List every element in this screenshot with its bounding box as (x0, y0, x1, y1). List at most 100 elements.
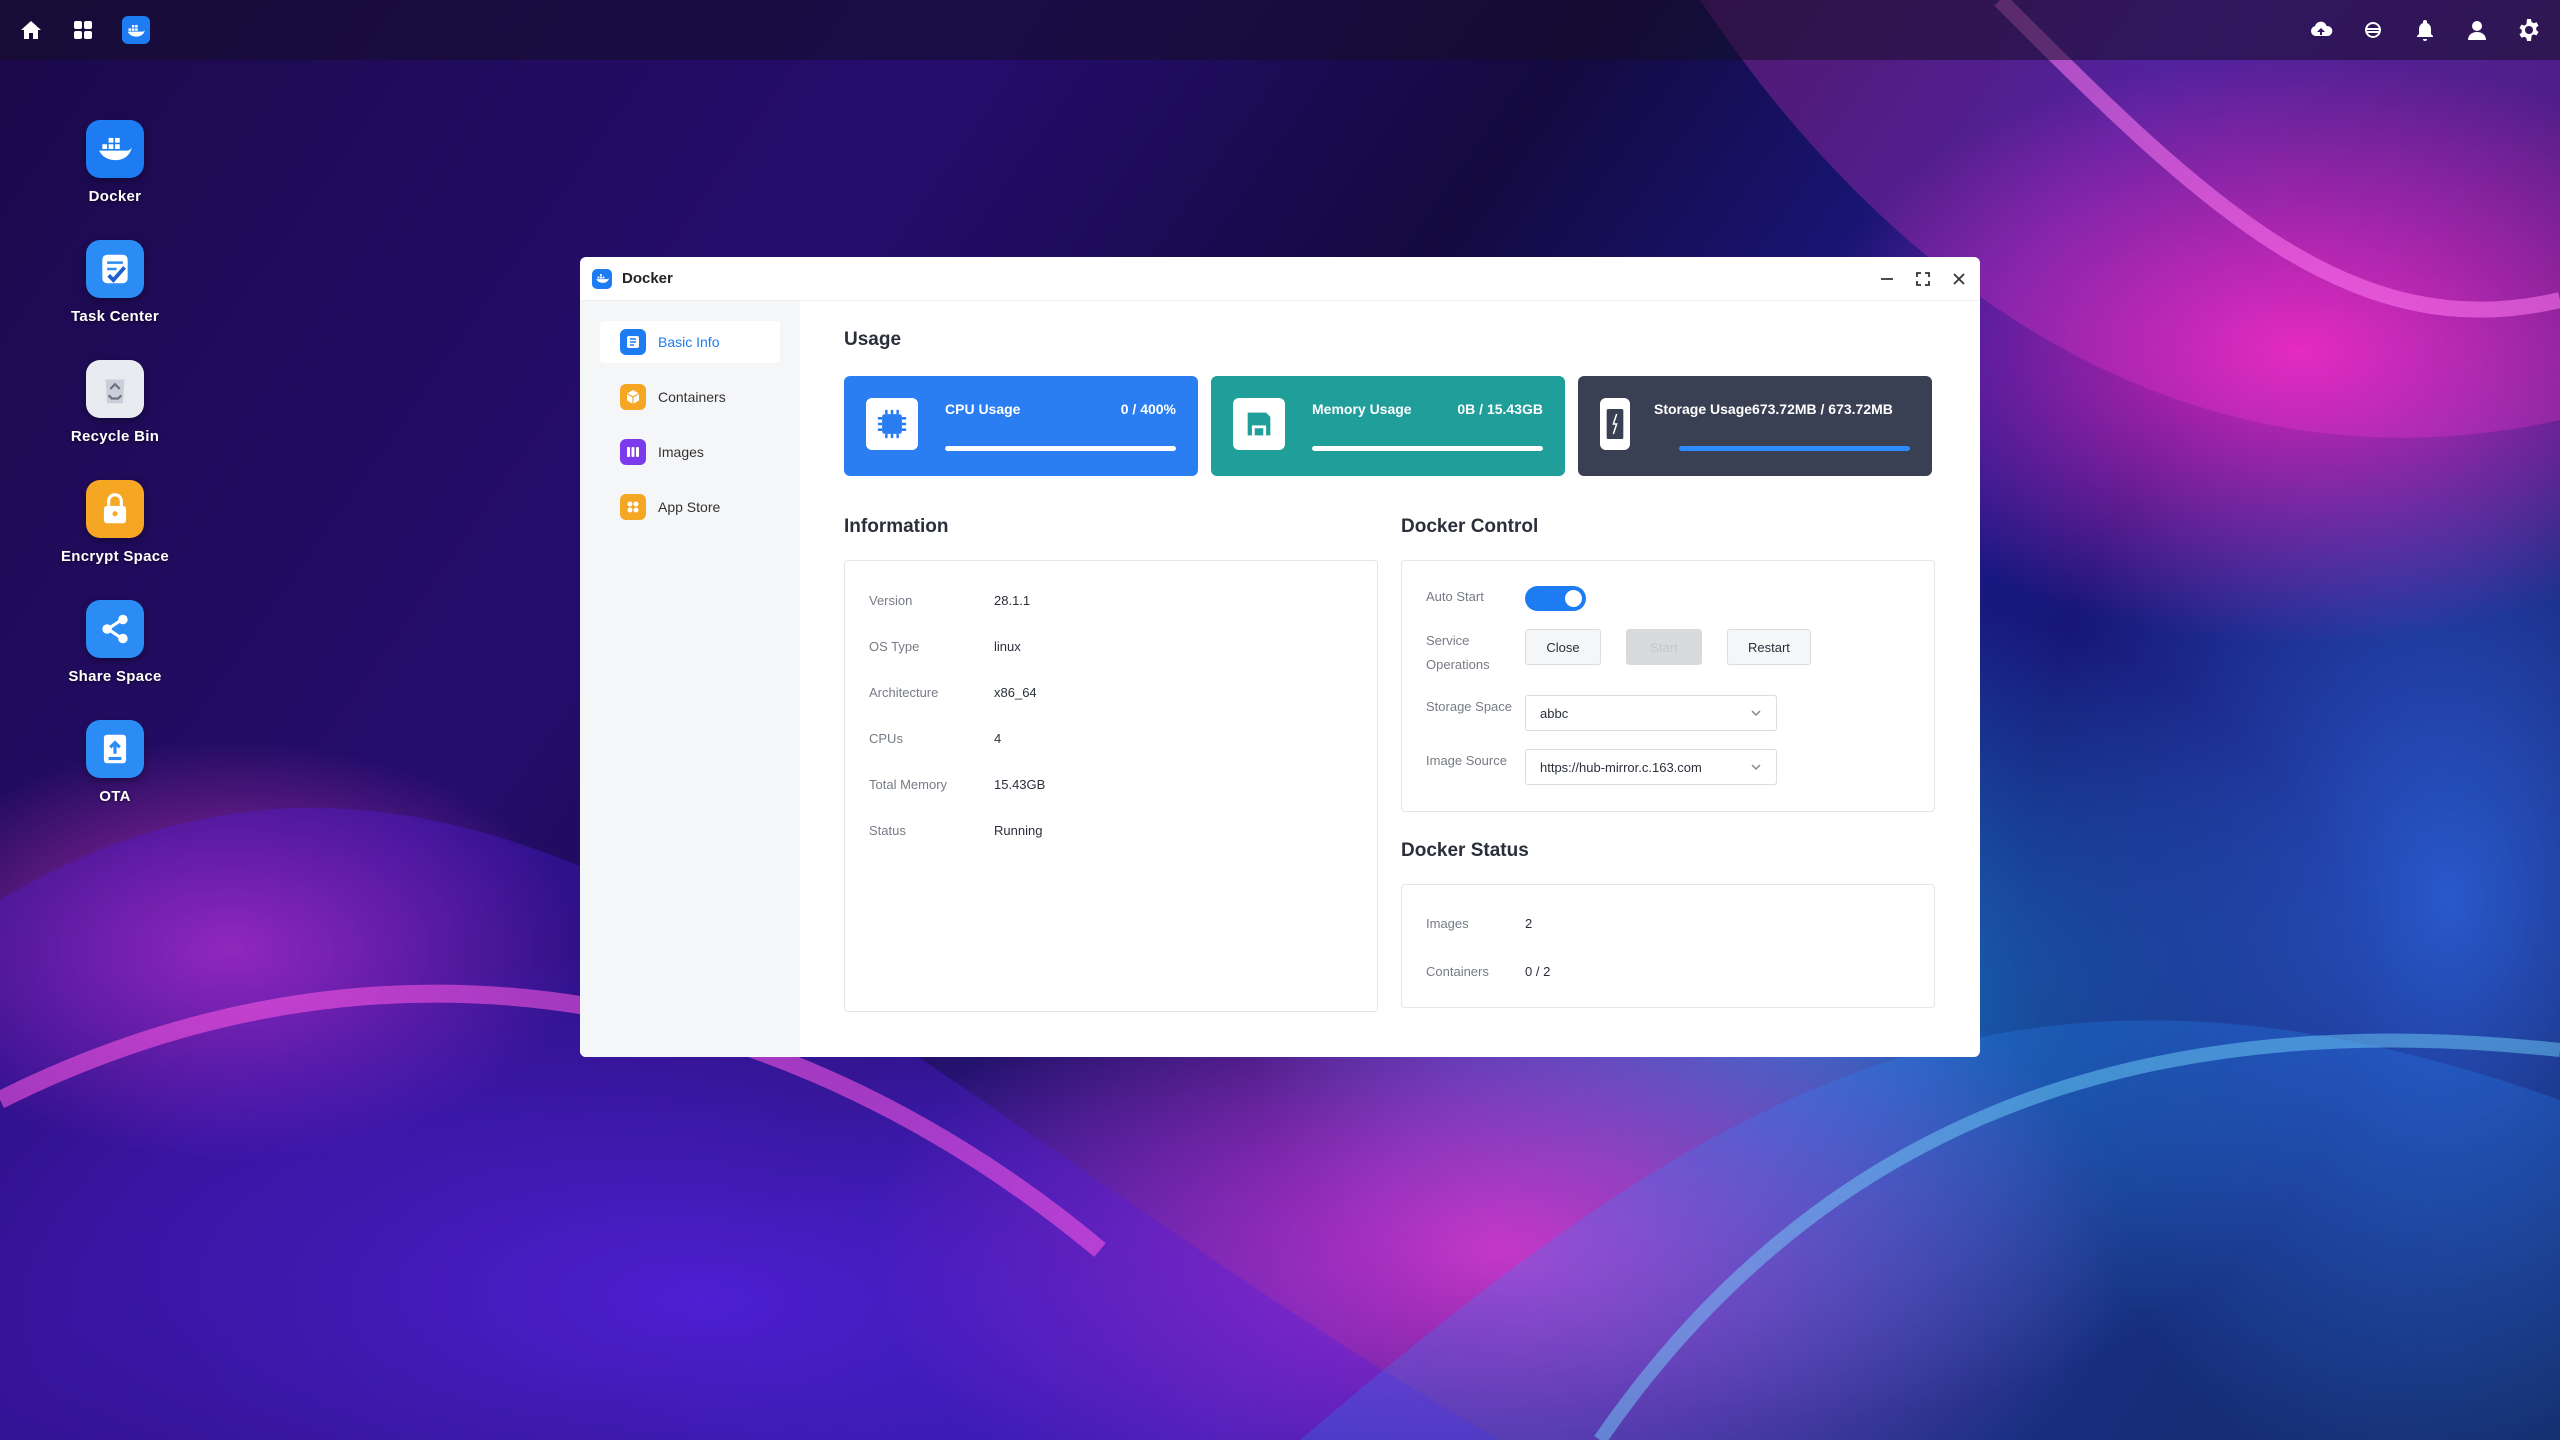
home-icon[interactable] (18, 17, 44, 43)
status-value: 2 (1525, 915, 1533, 931)
docker-status-panel: Images 2 Containers 0 / 2 (1401, 884, 1935, 1008)
chevron-down-icon (1751, 764, 1761, 771)
usage-title: Usage (844, 329, 902, 350)
info-row-cpus: CPUs 4 (869, 715, 1353, 761)
docker-status-title: Docker Status (1401, 840, 1529, 861)
docker-control-title: Docker Control (1401, 516, 1539, 537)
desktop-item-encrypt-space[interactable]: Encrypt Space (40, 480, 190, 600)
basic-info-icon (620, 329, 646, 355)
image-source-select[interactable]: https://hub-mirror.c.163.com (1525, 749, 1777, 785)
close-icon[interactable] (1950, 270, 1968, 288)
info-key: Version (869, 592, 913, 608)
link-icon[interactable] (2360, 17, 2386, 43)
maximize-icon[interactable] (1914, 270, 1932, 288)
sidebar-item-images[interactable]: Images (600, 431, 780, 473)
cpu-usage-card: CPU Usage 0 / 400% (844, 376, 1198, 476)
info-key: OS Type (869, 638, 920, 654)
docker-control-panel: Auto Start Service Operations Close Star… (1401, 560, 1935, 812)
sidebar-item-containers[interactable]: Containers (600, 376, 780, 418)
desktop-item-docker[interactable]: Docker (40, 120, 190, 240)
docker-window: Docker Basic Info Containers Images App … (580, 257, 1980, 1057)
user-icon[interactable] (2464, 17, 2490, 43)
desktop-item-recycle-bin[interactable]: Recycle Bin (40, 360, 190, 480)
memory-usage-value: 0B / 15.43GB (1457, 401, 1543, 417)
desktop-item-label: Encrypt Space (60, 548, 170, 565)
cloud-upload-icon[interactable] (2308, 17, 2334, 43)
docker-taskbar-icon[interactable] (122, 16, 150, 44)
info-value: 15.43GB (994, 776, 1046, 792)
chevron-down-icon (1751, 710, 1761, 717)
storage-space-row: Storage Space abbc (1426, 695, 1910, 731)
gear-icon[interactable] (2516, 17, 2542, 43)
docker-icon (592, 268, 612, 289)
apps-grid-icon[interactable] (70, 17, 96, 43)
desktop-item-label: OTA (99, 788, 131, 805)
sidebar: Basic Info Containers Images App Store (580, 301, 800, 1057)
info-value: Running (994, 822, 1043, 838)
desktop-item-label: Docker (88, 188, 142, 205)
top-bar (0, 0, 2560, 60)
desktop-item-task-center[interactable]: Task Center (40, 240, 190, 360)
desktop-item-ota[interactable]: OTA (40, 720, 190, 840)
bell-icon[interactable] (2412, 17, 2438, 43)
image-source-label: Image Source (1426, 753, 1507, 768)
status-key: Images (1426, 915, 1469, 931)
status-row-images: Images 2 (1426, 899, 1910, 947)
desktop-item-share-space[interactable]: Share Space (40, 600, 190, 720)
app-store-icon (620, 494, 646, 520)
info-row-os-type: OS Type linux (869, 623, 1353, 669)
info-row-version: Version 28.1.1 (869, 577, 1353, 623)
info-key: Total Memory (869, 776, 948, 792)
info-value: 4 (994, 730, 1002, 746)
auto-start-toggle[interactable] (1525, 586, 1586, 611)
info-key: Status (869, 822, 906, 838)
ota-icon (86, 720, 144, 778)
storage-usage-card: Storage Usage673.72MB / 673.72MB (1578, 376, 1932, 476)
information-panel: Version 28.1.1 OS Type linux Architectur… (844, 560, 1378, 1012)
information-title: Information (844, 516, 949, 537)
info-row-architecture: Architecture x86_64 (869, 669, 1353, 715)
sidebar-item-basic-info[interactable]: Basic Info (600, 321, 780, 363)
info-value: x86_64 (994, 684, 1037, 700)
info-value: 28.1.1 (994, 592, 1031, 608)
status-key: Containers (1426, 963, 1489, 979)
restart-button[interactable]: Restart (1727, 629, 1811, 665)
storage-icon (1600, 398, 1630, 450)
containers-icon (620, 384, 646, 410)
desktop-item-label: Share Space (68, 668, 162, 685)
sidebar-item-app-store[interactable]: App Store (600, 486, 780, 528)
storage-space-select[interactable]: abbc (1525, 695, 1777, 731)
cpu-icon (866, 398, 918, 450)
status-value: 0 / 2 (1525, 963, 1551, 979)
image-source-value: https://hub-mirror.c.163.com (1540, 759, 1702, 775)
status-row-containers: Containers 0 / 2 (1426, 947, 1910, 995)
cpu-usage-bar (945, 446, 1176, 451)
docker-icon (86, 120, 144, 178)
share-icon (86, 600, 144, 658)
info-value: linux (994, 638, 1021, 654)
minimize-icon[interactable] (1878, 270, 1896, 288)
cpu-usage-label: CPU Usage (945, 401, 1021, 417)
info-key: Architecture (869, 684, 939, 700)
sidebar-item-label: Images (658, 444, 704, 460)
desktop-item-label: Recycle Bin (70, 428, 160, 445)
memory-usage-card: Memory Usage 0B / 15.43GB (1211, 376, 1565, 476)
sidebar-item-label: App Store (658, 499, 721, 515)
storage-usage-label: Storage Usage673.72MB / 673.72MB (1654, 401, 1893, 417)
storage-space-value: abbc (1540, 705, 1569, 721)
main-content: Usage CPU Usage 0 / 400% Memory Usage 0B… (800, 301, 1980, 1057)
image-source-row: Image Source https://hub-mirror.c.163.co… (1426, 749, 1910, 785)
auto-start-row: Auto Start (1426, 585, 1910, 611)
desktop-icons: Docker Task Center Recycle Bin Encrypt S… (40, 120, 190, 840)
close-button[interactable]: Close (1525, 629, 1601, 665)
recycle-bin-icon (86, 360, 144, 418)
window-titlebar[interactable]: Docker (580, 257, 1980, 301)
desktop-item-label: Task Center (70, 308, 160, 325)
service-operations-label: Service Operations (1426, 633, 1490, 672)
usage-cards: CPU Usage 0 / 400% Memory Usage 0B / 15.… (844, 376, 1936, 476)
storage-usage-bar (1679, 446, 1910, 451)
service-operations-row: Service Operations Close Start Restart (1426, 629, 1910, 677)
info-row-status: Status Running (869, 807, 1353, 853)
start-button[interactable]: Start (1626, 629, 1702, 665)
auto-start-label: Auto Start (1426, 589, 1484, 604)
